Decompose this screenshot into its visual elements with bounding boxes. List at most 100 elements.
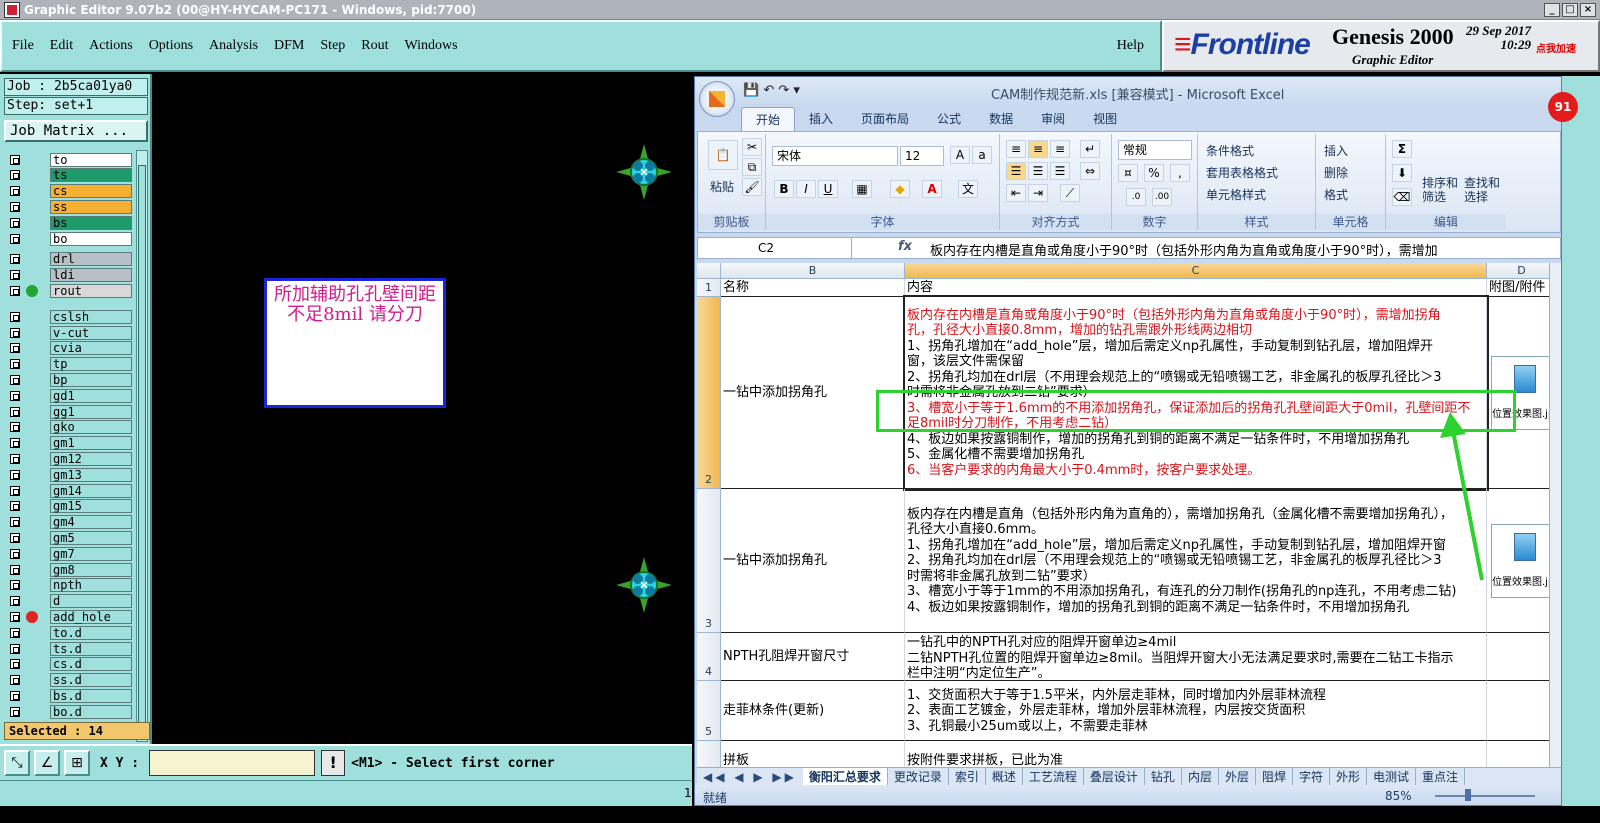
- layer-name[interactable]: gm7: [50, 546, 132, 561]
- row-header[interactable]: 3: [697, 489, 721, 633]
- layer-name[interactable]: cs.d: [50, 657, 132, 672]
- align-left-icon[interactable]: ☰: [1006, 162, 1026, 180]
- sheet-grid[interactable]: B C D 1 名称 内容 附图/附件 2 一钻中添加拐角孔 板内存在内槽是直角或角度小于90°时…: [697, 263, 1551, 775]
- layer-checkbox[interactable]: [10, 154, 20, 165]
- bold-icon[interactable]: B: [774, 180, 794, 198]
- menu-options[interactable]: Options: [149, 38, 193, 54]
- layer-name[interactable]: ss: [50, 199, 132, 214]
- tab-home[interactable]: 开始: [741, 107, 796, 131]
- layer-checkbox[interactable]: [10, 627, 20, 638]
- menu-dfm[interactable]: DFM: [274, 38, 304, 54]
- cut-icon[interactable]: ✂: [742, 138, 762, 156]
- fx-icon[interactable]: fx: [898, 239, 912, 254]
- layer-name[interactable]: to.d: [50, 625, 132, 640]
- font-name-select[interactable]: 宋体: [772, 146, 898, 166]
- layer-row[interactable]: cs.d: [6, 657, 132, 672]
- layer-checkbox[interactable]: [10, 690, 20, 701]
- layer-checkbox[interactable]: [10, 596, 20, 607]
- layer-name[interactable]: bs.d: [50, 688, 132, 703]
- layer-row[interactable]: cs: [6, 184, 132, 199]
- name-box[interactable]: C2: [698, 238, 852, 258]
- conditional-format-button[interactable]: 条件格式: [1206, 142, 1254, 159]
- layer-row[interactable]: cslsh: [6, 309, 132, 324]
- align-center-icon[interactable]: ☰: [1028, 162, 1048, 180]
- layer-row[interactable]: bo.d: [6, 704, 132, 719]
- picture-cell[interactable]: [1487, 633, 1551, 681]
- layer-name[interactable]: gm8: [50, 562, 132, 577]
- zoom-slider-knob[interactable]: [1465, 789, 1471, 801]
- outdent-icon[interactable]: ⇤: [1006, 184, 1026, 202]
- sort-filter-button[interactable]: 排序和筛选: [1422, 176, 1458, 204]
- currency-icon[interactable]: ¤: [1118, 164, 1138, 182]
- increase-decimal-icon[interactable]: .0: [1126, 188, 1146, 206]
- speed-badge[interactable]: 点我加速: [1536, 40, 1576, 55]
- layer-name[interactable]: cs: [50, 184, 132, 199]
- grid-tool-icon[interactable]: ⊞: [64, 750, 90, 776]
- merge-icon[interactable]: ⇔: [1080, 162, 1100, 180]
- percent-icon[interactable]: %: [1144, 164, 1164, 182]
- menu-help[interactable]: Help: [1117, 38, 1144, 54]
- layer-name[interactable]: add_hole: [50, 609, 132, 624]
- xy-input[interactable]: [149, 750, 316, 776]
- layer-name[interactable]: to: [50, 152, 132, 167]
- indent-icon[interactable]: ⇥: [1028, 184, 1048, 202]
- formula-content[interactable]: 板内存在内槽是直角或角度小于90°时（包括外形内角为直角或角度小于90°时），需…: [930, 240, 1438, 259]
- layer-name[interactable]: bs: [50, 215, 132, 230]
- tab-formulas[interactable]: 公式: [923, 107, 975, 131]
- layer-row[interactable]: gm14: [6, 483, 132, 498]
- menu-analysis[interactable]: Analysis: [209, 38, 258, 54]
- column-header[interactable]: B: [721, 263, 905, 279]
- name-cell[interactable]: 一钻中添加拐角孔: [721, 489, 905, 633]
- sheet-tab[interactable]: 内层: [1182, 768, 1219, 785]
- layer-name[interactable]: gm12: [50, 451, 132, 466]
- layer-name[interactable]: ss.d: [50, 673, 132, 688]
- sheet-tab[interactable]: 阻焊: [1256, 768, 1293, 785]
- layer-name[interactable]: gm5: [50, 530, 132, 545]
- layer-checkbox[interactable]: [10, 453, 20, 464]
- layer-name[interactable]: gd1: [50, 388, 132, 403]
- sheet-tab[interactable]: 外层: [1219, 768, 1256, 785]
- layer-row[interactable]: ss.d: [6, 673, 132, 688]
- layer-name[interactable]: cvia: [50, 341, 132, 356]
- font-size-select[interactable]: 12: [900, 146, 944, 166]
- content-cell[interactable]: 板内存在内槽是直角（包括外形内角为直角的），需增加拐角孔（金属化槽不需要增加拐角…: [905, 489, 1487, 633]
- copy-icon[interactable]: ⧉: [742, 158, 762, 176]
- sheet-tab[interactable]: 重点注: [1416, 768, 1466, 785]
- layer-row[interactable]: ldi: [6, 268, 132, 283]
- layer-checkbox[interactable]: [10, 170, 20, 181]
- layer-row[interactable]: gm1: [6, 436, 132, 451]
- layer-row[interactable]: drl: [6, 252, 132, 267]
- layer-checkbox[interactable]: [10, 201, 20, 212]
- zoom-slider[interactable]: [1435, 795, 1535, 797]
- phonetic-icon[interactable]: 文: [958, 180, 978, 198]
- layer-row[interactable]: gm8: [6, 562, 132, 577]
- sheet-tab[interactable]: 电测试: [1367, 768, 1417, 785]
- layer-checkbox[interactable]: [10, 517, 20, 528]
- vertical-scrollbar[interactable]: [1549, 263, 1561, 767]
- layer-name[interactable]: ldi: [50, 268, 132, 283]
- layer-row[interactable]: gm13: [6, 467, 132, 482]
- layer-name[interactable]: gm15: [50, 499, 132, 514]
- tab-view[interactable]: 视图: [1079, 107, 1131, 131]
- layer-checkbox[interactable]: [10, 254, 20, 265]
- sheet-tab[interactable]: 概述: [986, 768, 1023, 785]
- autosum-icon[interactable]: Σ: [1392, 140, 1412, 158]
- layer-row[interactable]: ts.d: [6, 641, 132, 656]
- layer-checkbox[interactable]: [10, 186, 20, 197]
- layer-name[interactable]: gm4: [50, 515, 132, 530]
- layer-checkbox[interactable]: [10, 390, 20, 401]
- header-cell-name[interactable]: 名称: [721, 279, 905, 297]
- layer-name[interactable]: bo: [50, 231, 132, 246]
- table-format-button[interactable]: 套用表格格式: [1206, 164, 1278, 181]
- layer-name[interactable]: gm1: [50, 436, 132, 451]
- layer-name[interactable]: ts.d: [50, 641, 132, 656]
- close-button[interactable]: ×: [1580, 2, 1596, 17]
- name-cell[interactable]: NPTH孔阻焊开窗尺寸: [721, 633, 905, 681]
- layer-row[interactable]: d: [6, 594, 132, 609]
- column-header[interactable]: C: [905, 263, 1487, 279]
- layer-row[interactable]: ss: [6, 199, 132, 214]
- floating-badge[interactable]: 91: [1548, 92, 1578, 122]
- find-select-button[interactable]: 查找和选择: [1464, 176, 1500, 204]
- sheet-tab[interactable]: 字符: [1293, 768, 1330, 785]
- underline-icon[interactable]: U: [818, 180, 838, 198]
